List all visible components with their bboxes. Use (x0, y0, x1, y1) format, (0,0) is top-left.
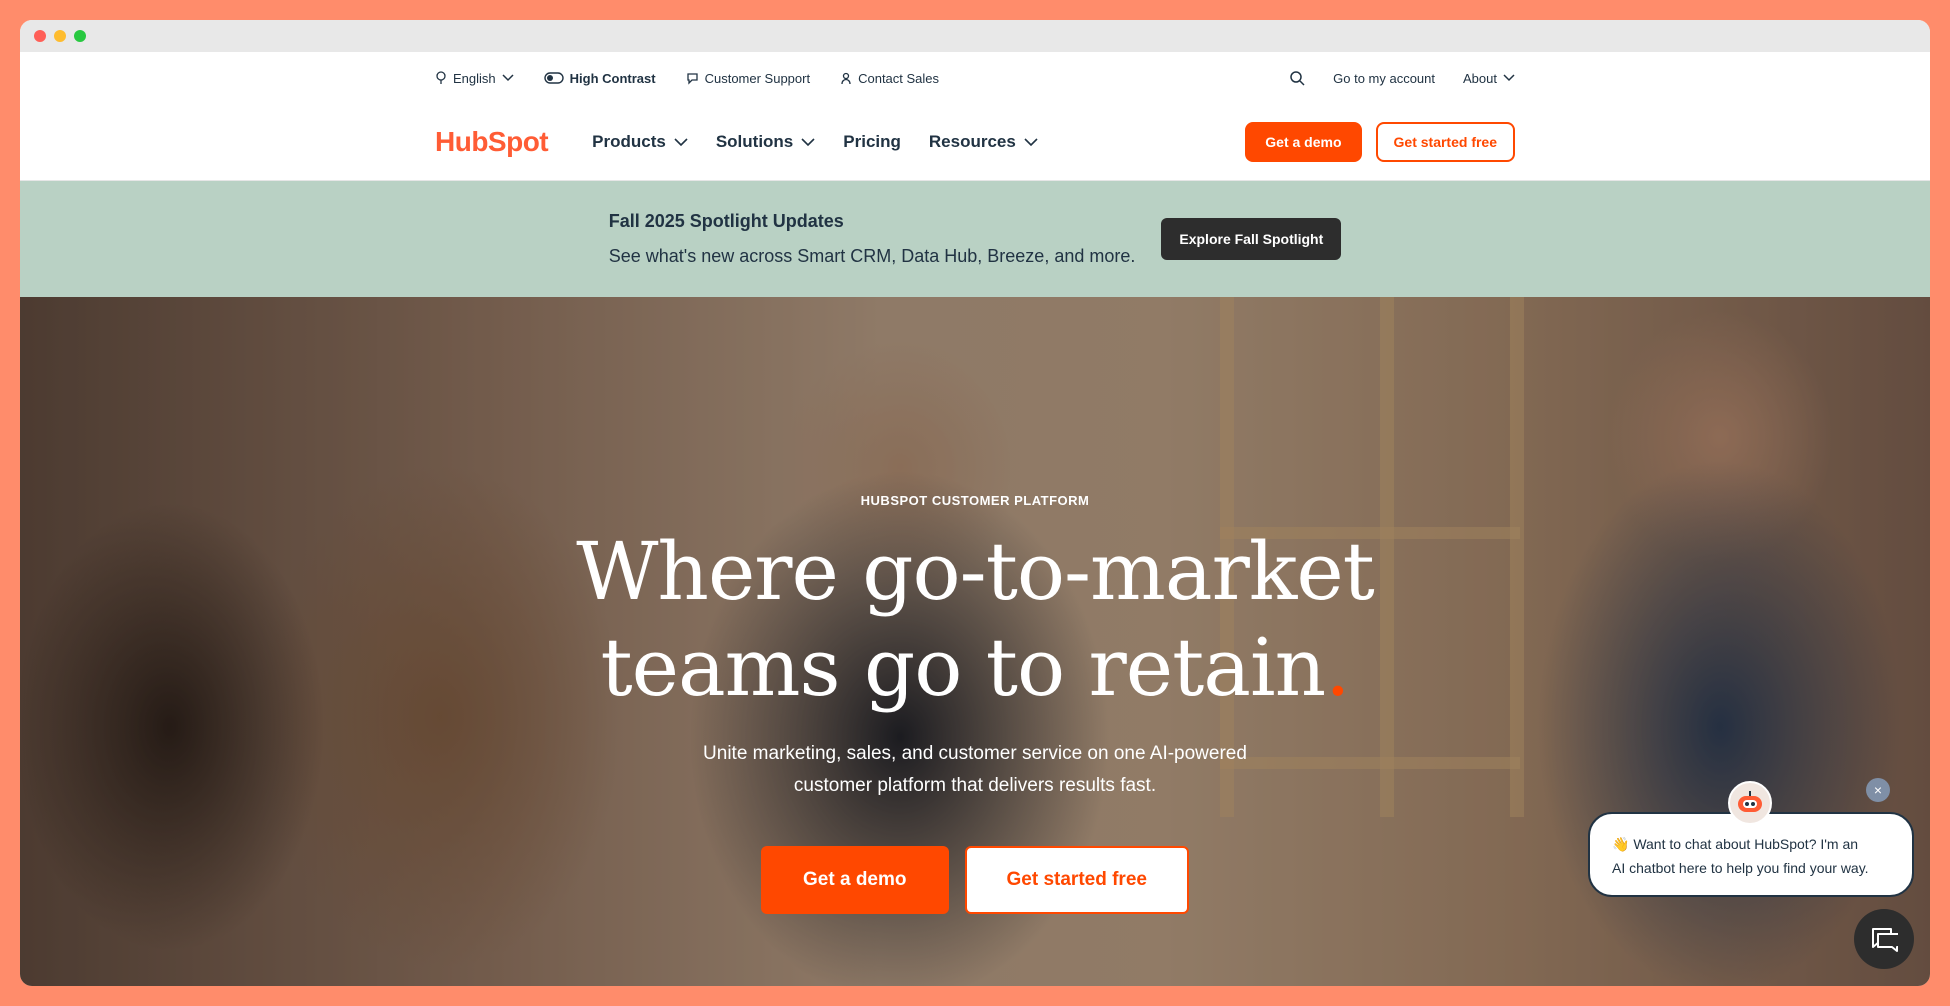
close-icon: × (1873, 782, 1883, 798)
explore-spotlight-button[interactable]: Explore Fall Spotlight (1161, 218, 1342, 260)
subcopy-line-1: Unite marketing, sales, and customer ser… (703, 743, 1247, 764)
chevron-down-icon (674, 137, 688, 146)
chat-message-line-1: 👋 Want to chat about HubSpot? I'm an (1612, 836, 1859, 852)
chevron-down-icon (1024, 137, 1038, 146)
nav-get-demo-button[interactable]: Get a demo (1245, 122, 1362, 162)
account-label: Go to my account (1333, 70, 1436, 86)
chevron-down-icon (801, 137, 815, 146)
subcopy-line-2: customer platform that delivers results … (793, 775, 1157, 796)
customer-support-link[interactable]: Customer Support (686, 70, 811, 86)
chevron-down-icon (502, 74, 514, 82)
chevron-down-icon (1503, 74, 1515, 82)
high-contrast-toggle[interactable]: High Contrast (543, 70, 656, 86)
hubspot-logo[interactable]: HubSpot (435, 126, 549, 158)
nav-item-resources[interactable]: Resources (929, 132, 1038, 152)
nav-item-pricing[interactable]: Pricing (843, 132, 901, 152)
nav-item-label: Pricing (843, 132, 901, 151)
maximize-window-icon[interactable] (74, 30, 86, 42)
chat-bubble-icon (686, 72, 698, 85)
hero-headline: Where go-to-market teams go to retain. (20, 524, 1930, 716)
utility-bar: English High Contrast Customer Support C… (20, 52, 1930, 104)
browser-window: English High Contrast Customer Support C… (20, 20, 1930, 986)
customer-support-label: Customer Support (704, 70, 811, 86)
high-contrast-label: High Contrast (569, 70, 656, 86)
window-titlebar (20, 20, 1930, 52)
headline-line-2: teams go to retain (600, 621, 1326, 714)
chatbot-avatar (1728, 781, 1772, 825)
contact-sales-label: Contact Sales (858, 70, 940, 86)
globe-icon (436, 71, 446, 84)
chat-close-button[interactable]: × (1866, 778, 1890, 802)
about-menu[interactable]: About (1463, 71, 1515, 86)
nav-item-label: Products (592, 132, 666, 151)
person-icon (841, 72, 851, 84)
chat-launcher-button[interactable] (1854, 909, 1914, 969)
banner-title: Fall 2025 Spotlight Updates (608, 211, 844, 231)
nav-item-solutions[interactable]: Solutions (716, 132, 815, 152)
nav-get-started-button[interactable]: Get started free (1375, 122, 1515, 162)
toggle-icon (543, 72, 564, 84)
account-link[interactable]: Go to my account (1333, 71, 1435, 86)
close-window-icon[interactable] (34, 30, 46, 42)
hero-get-started-button[interactable]: Get started free (964, 846, 1189, 914)
nav-item-label: Solutions (715, 132, 794, 151)
robot-icon (1738, 791, 1762, 812)
chat-message-line-2: AI chatbot here to help you find your wa… (1612, 860, 1869, 876)
banner-subtitle: See what's new across Smart CRM, Data Hu… (608, 246, 1136, 266)
hero-section: HUBSPOT CUSTOMER PLATFORM Where go-to-ma… (20, 297, 1930, 986)
headline-line-1: Where go-to-market (576, 525, 1375, 618)
hero-eyebrow: HUBSPOT CUSTOMER PLATFORM (860, 493, 1090, 508)
contact-sales-link[interactable]: Contact Sales (840, 71, 939, 86)
about-label: About (1463, 70, 1497, 86)
hero-get-demo-button[interactable]: Get a demo (761, 846, 949, 914)
headline-period: . (1325, 621, 1350, 714)
search-button[interactable] (1289, 70, 1305, 86)
nav-item-label: Resources (928, 132, 1016, 151)
chat-icon (1872, 928, 1898, 952)
hero-subcopy: Unite marketing, sales, and customer ser… (20, 738, 1930, 802)
spotlight-banner: Fall 2025 Spotlight Updates See what's n… (20, 181, 1930, 297)
logo-text: HubSpot (435, 126, 549, 157)
language-selector[interactable]: English (435, 71, 514, 86)
minimize-window-icon[interactable] (54, 30, 66, 42)
main-navigation: HubSpot Products Solutions Pricing Resou… (20, 104, 1930, 181)
language-label: English (453, 70, 496, 86)
nav-item-products[interactable]: Products (592, 132, 688, 152)
search-icon (1290, 71, 1305, 86)
